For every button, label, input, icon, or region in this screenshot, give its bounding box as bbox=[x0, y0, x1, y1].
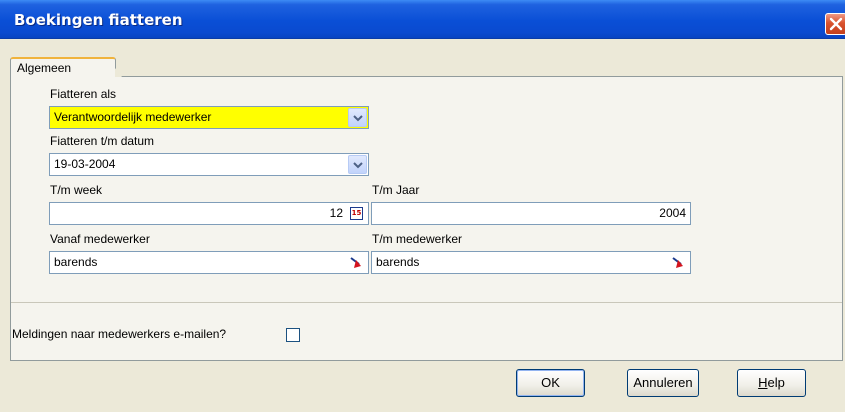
tm-jaar-label: T/m Jaar bbox=[372, 183, 420, 197]
cancel-button[interactable]: Annuleren bbox=[627, 369, 699, 397]
fiatteren-datum-value: 19-03-2004 bbox=[54, 157, 116, 171]
picker-icon[interactable] bbox=[670, 255, 686, 271]
tm-jaar-input[interactable]: 2004 bbox=[371, 202, 691, 225]
fiatteren-als-value: Verantwoordelijk medewerker bbox=[54, 110, 212, 124]
title-bar: Boekingen fiatteren bbox=[0, 0, 845, 39]
vanaf-medewerker-value: barends bbox=[54, 255, 98, 269]
tm-jaar-value: 2004 bbox=[659, 206, 686, 220]
fiatteren-als-select[interactable]: Verantwoordelijk medewerker bbox=[49, 106, 369, 129]
close-button[interactable] bbox=[825, 13, 845, 35]
tm-medewerker-input[interactable]: barends bbox=[371, 251, 691, 274]
help-button[interactable]: Help bbox=[737, 369, 806, 397]
picker-icon[interactable] bbox=[348, 255, 364, 271]
email-checkbox[interactable] bbox=[286, 328, 300, 342]
help-label-rest: elp bbox=[767, 375, 785, 390]
close-icon bbox=[829, 17, 843, 31]
divider bbox=[11, 302, 842, 303]
dialog-window: Boekingen fiatteren Algemeen Fiatteren a… bbox=[0, 0, 845, 412]
fiatteren-datum-label: Fiatteren t/m datum bbox=[50, 134, 155, 148]
fiatteren-als-label: Fiatteren als bbox=[50, 87, 117, 101]
calendar-icon[interactable]: 15 bbox=[350, 207, 363, 220]
ok-button[interactable]: OK bbox=[516, 369, 585, 397]
tm-week-label: T/m week bbox=[50, 183, 103, 197]
vanaf-medewerker-label: Vanaf medewerker bbox=[50, 232, 150, 246]
tm-week-value: 12 bbox=[329, 206, 343, 220]
tm-medewerker-value: barends bbox=[376, 255, 420, 269]
chevron-down-icon bbox=[353, 115, 363, 122]
vanaf-medewerker-input[interactable]: barends bbox=[49, 251, 369, 274]
tab-algemeen[interactable]: Algemeen bbox=[10, 57, 116, 77]
fiatteren-als-dropdown-button[interactable] bbox=[348, 108, 367, 127]
chevron-down-icon bbox=[353, 162, 363, 169]
window-title: Boekingen fiatteren bbox=[14, 11, 183, 29]
fiatteren-datum-select[interactable]: 19-03-2004 bbox=[49, 153, 369, 176]
tm-week-input[interactable]: 12 15 bbox=[49, 202, 369, 225]
tm-medewerker-label: T/m medewerker bbox=[372, 232, 463, 246]
help-mnemonic: H bbox=[758, 375, 768, 390]
tab-label: Algemeen bbox=[17, 61, 72, 75]
email-checkbox-label: Meldingen naar medewerkers e-mailen? bbox=[12, 327, 227, 341]
fiatteren-datum-dropdown-button[interactable] bbox=[348, 155, 367, 174]
